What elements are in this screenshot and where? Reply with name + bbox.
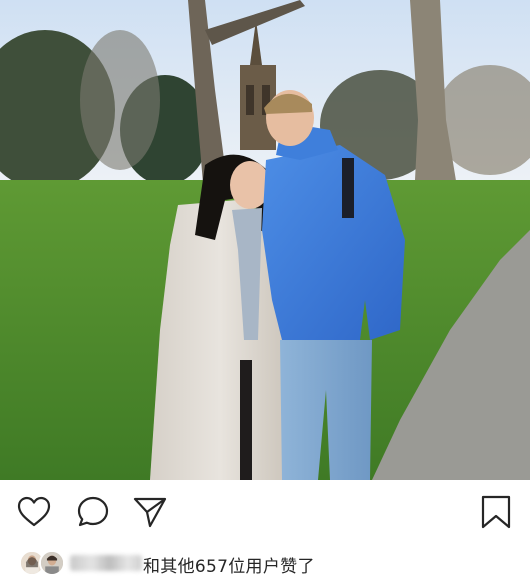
paper-plane-icon[interactable] bbox=[132, 494, 168, 530]
liker-avatar[interactable] bbox=[39, 550, 65, 576]
blurred-username bbox=[70, 555, 142, 571]
post-action-bar bbox=[0, 480, 530, 546]
likes-row[interactable]: 和其他657位用户赞了 bbox=[0, 546, 530, 584]
park-couple-photo bbox=[0, 0, 530, 480]
comment-bubble-icon[interactable] bbox=[75, 494, 111, 530]
post-photo[interactable] bbox=[0, 0, 530, 480]
likes-count-text[interactable]: 和其他657位用户赞了 bbox=[143, 552, 315, 577]
heart-icon[interactable] bbox=[16, 494, 52, 530]
bookmark-icon[interactable] bbox=[478, 494, 514, 530]
